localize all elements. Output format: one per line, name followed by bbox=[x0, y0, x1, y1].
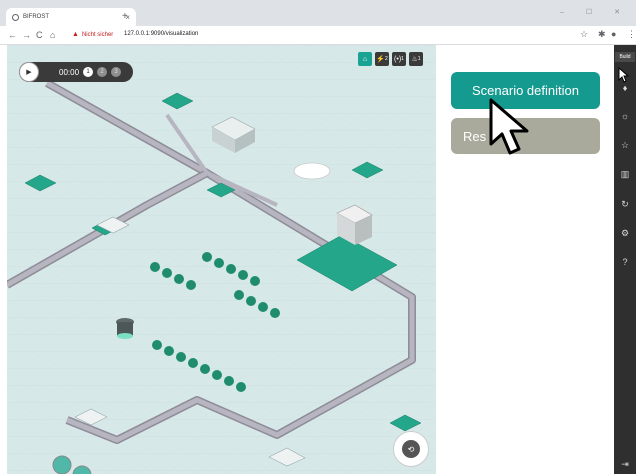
settings-icon[interactable]: ⚙ bbox=[614, 228, 636, 239]
exit-icon[interactable]: ⇥ bbox=[614, 459, 636, 470]
bookmark-star-icon[interactable]: ☆ bbox=[580, 29, 588, 40]
address-bar[interactable]: 127.0.0.1:9090/visualization bbox=[124, 31, 198, 37]
simulation-time: 00:00 bbox=[59, 67, 80, 77]
house-icon: ⌂ bbox=[362, 55, 368, 63]
layer-power-button[interactable]: ⚡ 2 bbox=[375, 52, 389, 66]
new-tab-button[interactable]: + bbox=[122, 11, 128, 22]
forward-button[interactable]: → bbox=[22, 29, 31, 41]
lightbulb-icon[interactable]: ♦ bbox=[614, 83, 636, 93]
warning-icon: ▲ bbox=[72, 31, 79, 38]
browser-toolbar: ← → C ⌂ ▲ Nicht sicher 127.0.0.1:9090/vi… bbox=[0, 26, 636, 45]
star-icon[interactable]: ☆ bbox=[614, 140, 636, 151]
menu-icon[interactable]: ⋮ bbox=[627, 29, 636, 40]
profile-icon[interactable]: ● bbox=[611, 29, 616, 39]
home-button[interactable]: ⌂ bbox=[50, 29, 55, 41]
window-controls[interactable]: – ☐ ✕ bbox=[560, 8, 630, 16]
layer-count: 1 bbox=[417, 56, 421, 62]
speed-2-button[interactable]: 2 bbox=[97, 67, 108, 77]
security-indicator[interactable]: ▲ Nicht sicher bbox=[72, 31, 113, 38]
browser-tab-strip: BIFROST × + – ☐ ✕ bbox=[0, 0, 636, 26]
layer-network-button[interactable]: (•) 1 bbox=[392, 52, 406, 66]
hand-cursor-icon bbox=[489, 98, 529, 155]
speed-3-button[interactable]: 3 bbox=[111, 67, 122, 77]
tab-title: BIFROST bbox=[23, 14, 50, 20]
lightning-icon: ⚡ bbox=[376, 56, 385, 63]
sun-icon[interactable]: ☼ bbox=[614, 111, 636, 121]
speed-1-button[interactable]: 1 bbox=[83, 67, 94, 77]
layer-heat-button[interactable]: ♨ 1 bbox=[409, 52, 423, 66]
rotate-icon: ⟲ bbox=[402, 440, 420, 458]
browser-tab[interactable]: BIFROST × bbox=[6, 8, 136, 26]
back-button[interactable]: ← bbox=[8, 29, 17, 41]
pointer-icon bbox=[618, 67, 630, 83]
layer-count: 2 bbox=[384, 56, 388, 62]
layer-buildings-button[interactable]: ⌂ bbox=[358, 52, 372, 66]
camera-rotate-control[interactable]: ⟲ bbox=[393, 431, 429, 467]
security-label: Nicht sicher bbox=[81, 31, 114, 38]
globe-icon bbox=[12, 13, 19, 21]
play-button[interactable]: ▶ bbox=[19, 62, 39, 82]
layer-count: 1 bbox=[401, 56, 404, 62]
antenna-icon: (•) bbox=[394, 55, 402, 63]
city-map bbox=[7, 45, 436, 474]
simulation-player: ▶ 00:00 1 2 3 bbox=[19, 62, 133, 82]
tool-sidebar: Build ♦ ☼ ☆ ▥ ↻ ⚙ ? ⇥ bbox=[614, 45, 636, 474]
gear-loop-icon[interactable]: ↻ bbox=[614, 199, 636, 210]
reload-button[interactable]: C bbox=[36, 29, 43, 41]
help-icon[interactable]: ? bbox=[614, 257, 636, 267]
extensions-icon[interactable]: ✱ bbox=[598, 29, 606, 40]
factory-icon[interactable]: ▥ bbox=[614, 169, 636, 180]
build-tab[interactable]: Build bbox=[615, 52, 635, 62]
city-map-viewport[interactable]: ▶ 00:00 1 2 3 ⌂ ⚡ 2 (•) 1 ♨ 1 ⟲ bbox=[7, 45, 436, 474]
